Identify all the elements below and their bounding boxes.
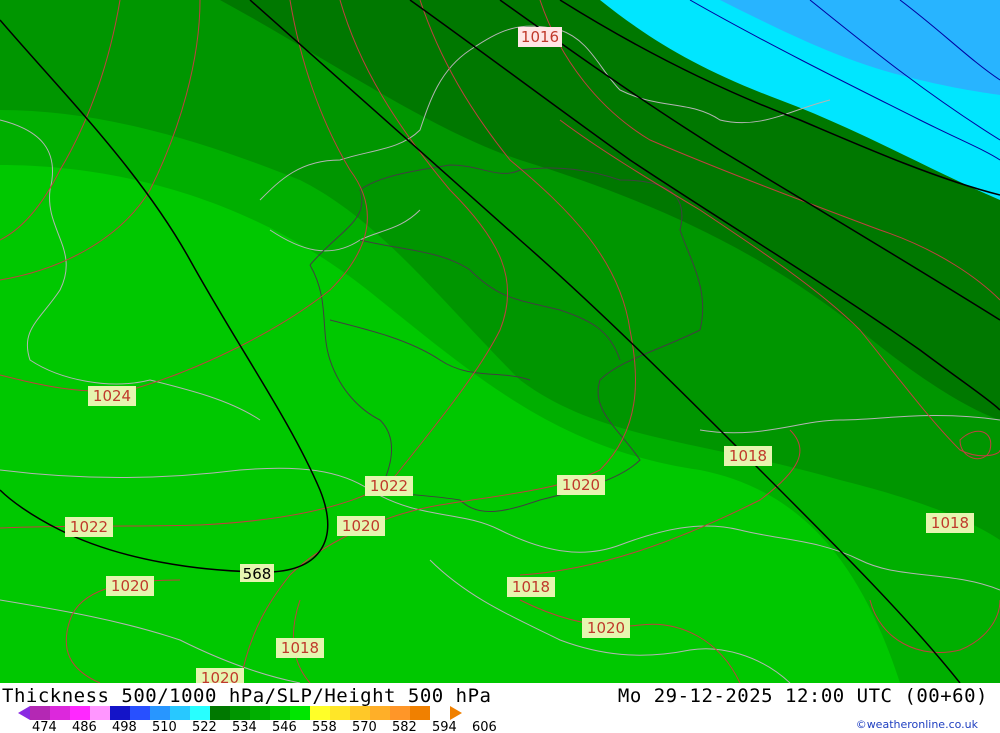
isobar-label: 1016 bbox=[518, 27, 562, 47]
scale-tick-label: 510 bbox=[152, 720, 177, 733]
scale-swatch bbox=[210, 706, 230, 720]
thickness-map: 1016 1024 1022 1020 1022 1020 1018 1020 … bbox=[0, 0, 1000, 683]
scale-arrow-left-icon bbox=[18, 706, 30, 720]
scale-swatch bbox=[250, 706, 270, 720]
isobar-label: 1022 bbox=[365, 476, 413, 496]
svg-text:1024: 1024 bbox=[93, 387, 131, 405]
isobar-label: 1024 bbox=[88, 386, 136, 406]
svg-text:1018: 1018 bbox=[512, 578, 550, 596]
scale-swatch bbox=[190, 706, 210, 720]
isobar-label: 1020 bbox=[582, 618, 630, 638]
scale-tick-label: 582 bbox=[392, 720, 417, 733]
scale-swatch bbox=[390, 706, 410, 720]
scale-tick-label: 534 bbox=[232, 720, 257, 733]
scale-swatch bbox=[330, 706, 350, 720]
svg-text:1020: 1020 bbox=[111, 577, 149, 595]
svg-text:1020: 1020 bbox=[587, 619, 625, 637]
isobar-label: 1020 bbox=[557, 475, 605, 495]
isobar-label: 1022 bbox=[65, 517, 113, 537]
scale-swatch bbox=[90, 706, 110, 720]
isobar-label: 1018 bbox=[507, 577, 555, 597]
scale-swatch bbox=[310, 706, 330, 720]
scale-swatch bbox=[350, 706, 370, 720]
scale-swatch bbox=[110, 706, 130, 720]
scale-arrow-right-icon bbox=[450, 706, 462, 720]
svg-text:1022: 1022 bbox=[370, 477, 408, 495]
map-title: Thickness 500/1000 hPa/SLP/Height 500 hP… bbox=[2, 685, 492, 707]
isobar-label: 1020 bbox=[337, 516, 385, 536]
scale-swatch bbox=[70, 706, 90, 720]
color-scale-bar bbox=[30, 706, 430, 720]
svg-text:1020: 1020 bbox=[342, 517, 380, 535]
svg-text:1020: 1020 bbox=[562, 476, 600, 494]
map-footer: Thickness 500/1000 hPa/SLP/Height 500 hP… bbox=[0, 683, 1000, 733]
svg-text:568: 568 bbox=[243, 565, 272, 583]
svg-text:1022: 1022 bbox=[70, 518, 108, 536]
scale-swatch bbox=[270, 706, 290, 720]
scale-swatch bbox=[290, 706, 310, 720]
scale-tick-label: 474 bbox=[32, 720, 57, 733]
height-label: 568 bbox=[240, 564, 274, 583]
scale-tick-label: 546 bbox=[272, 720, 297, 733]
weather-map-page: 1016 1024 1022 1020 1022 1020 1018 1020 … bbox=[0, 0, 1000, 733]
isobar-label: 1018 bbox=[926, 513, 974, 533]
isobar-label: 1018 bbox=[724, 446, 772, 466]
scale-tick-label: 522 bbox=[192, 720, 217, 733]
scale-swatch bbox=[410, 706, 430, 720]
scale-tick-label: 606 bbox=[472, 720, 497, 733]
isobar-label: 1018 bbox=[276, 638, 324, 658]
credit-link[interactable]: ©weatheronline.co.uk bbox=[856, 718, 978, 731]
svg-text:1018: 1018 bbox=[931, 514, 969, 532]
isobar-label: 1020 bbox=[106, 576, 154, 596]
scale-swatch bbox=[150, 706, 170, 720]
scale-tick-label: 558 bbox=[312, 720, 337, 733]
isobar-label: 1020 bbox=[196, 668, 244, 683]
svg-text:1016: 1016 bbox=[521, 28, 559, 46]
scale-swatch bbox=[50, 706, 70, 720]
scale-swatch bbox=[30, 706, 50, 720]
scale-tick-label: 498 bbox=[112, 720, 137, 733]
scale-swatch bbox=[230, 706, 250, 720]
svg-text:1018: 1018 bbox=[281, 639, 319, 657]
scale-tick-label: 594 bbox=[432, 720, 457, 733]
map-datetime: Mo 29-12-2025 12:00 UTC (00+60) bbox=[617, 685, 988, 707]
scale-tick-label: 570 bbox=[352, 720, 377, 733]
scale-tick-label: 486 bbox=[72, 720, 97, 733]
scale-swatch bbox=[370, 706, 390, 720]
svg-text:1018: 1018 bbox=[729, 447, 767, 465]
scale-swatch bbox=[170, 706, 190, 720]
scale-swatch bbox=[130, 706, 150, 720]
svg-text:1020: 1020 bbox=[201, 669, 239, 683]
